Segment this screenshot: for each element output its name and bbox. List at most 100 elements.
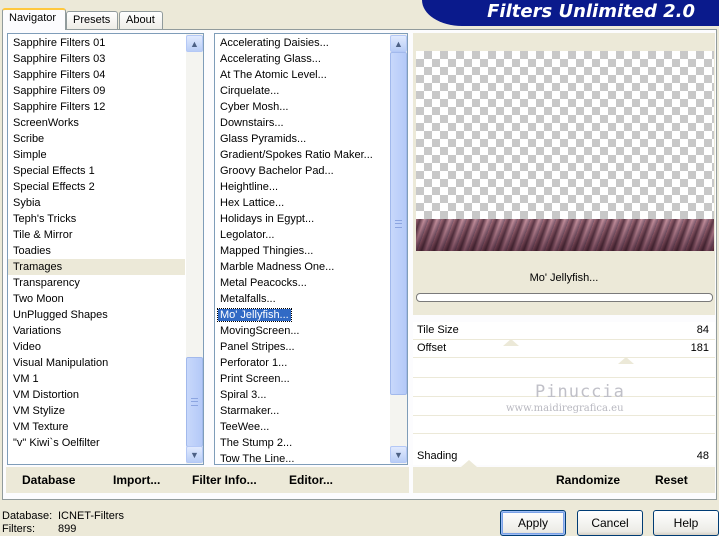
list-item[interactable]: Metal Peacocks... [215,275,389,291]
slider-label: Tile Size [417,324,459,336]
list-item[interactable]: Cirquelate... [215,83,389,99]
tab-presets[interactable]: Presets [66,11,118,30]
list-item[interactable]: MovingScreen... [215,323,389,339]
list-item[interactable]: "v" Kiwi`s Oelfilter [8,435,185,451]
list-item[interactable]: Special Effects 1 [8,163,185,179]
list-item-label: VM Distortion [13,389,80,401]
list-item[interactable]: Teph's Tricks [8,211,185,227]
list-item[interactable]: Special Effects 2 [8,179,185,195]
list-item[interactable]: Sybia [8,195,185,211]
list-item[interactable]: Glass Pyramids... [215,131,389,147]
list-item[interactable]: Tramages [8,259,185,275]
editor-button[interactable]: Editor... [289,473,333,487]
list-item-label: Two Moon [13,293,64,305]
list-item[interactable]: VM Distortion [8,387,185,403]
tab-navigator[interactable]: Navigator [2,8,66,30]
list-item[interactable]: Cyber Mosh... [215,99,389,115]
category-scrollbar[interactable]: ▲ ▼ [186,34,203,464]
chevron-up-icon: ▲ [190,38,199,49]
list-item[interactable]: Hex Lattice... [215,195,389,211]
filter-list[interactable]: Accelerating Daisies... Accelerating Glas… [214,33,408,465]
list-item[interactable]: TeeWee... [215,419,389,435]
cancel-button[interactable]: Cancel [577,510,643,536]
list-item-label: The Stump 2... [220,437,293,449]
tab-navigator-label: Navigator [9,12,57,24]
list-item[interactable]: Holidays in Egypt... [215,211,389,227]
list-item[interactable]: Sapphire Filters 04 [8,67,185,83]
list-item[interactable]: Metalfalls... [215,291,389,307]
apply-button[interactable]: Apply [500,510,566,536]
list-item-label: Sybia [13,197,41,209]
list-item[interactable]: Mo' Jellyfish... [215,307,389,323]
list-item[interactable]: Gradient/Spokes Ratio Maker... [215,147,389,163]
help-button[interactable]: Help [653,510,719,536]
scroll-thumb[interactable] [186,357,203,447]
status-area: Database: ICNET-Filters Filters: 899 [2,510,124,536]
list-item[interactable]: Sapphire Filters 03 [8,51,185,67]
filter-scrollbar[interactable]: ▲ ▼ [390,34,407,464]
list-item[interactable]: Video [8,339,185,355]
database-button[interactable]: Database [22,473,75,487]
tab-about[interactable]: About [119,11,163,30]
list-item[interactable]: Starmaker... [215,403,389,419]
slider-label: Shading [417,450,458,462]
list-item[interactable]: Two Moon [8,291,185,307]
list-item[interactable]: Simple [8,147,185,163]
scroll-down-button[interactable]: ▼ [390,446,407,463]
randomize-button[interactable]: Randomize [556,473,620,487]
scroll-down-button[interactable]: ▼ [186,446,203,463]
list-item[interactable]: Sapphire Filters 01 [8,35,185,51]
chevron-up-icon: ▲ [394,38,403,49]
empty-slider-row [413,433,715,434]
list-item[interactable]: Spiral 3... [215,387,389,403]
scroll-thumb[interactable] [390,52,407,395]
list-item[interactable]: Sapphire Filters 12 [8,99,185,115]
list-item[interactable]: At The Atomic Level... [215,67,389,83]
list-item[interactable]: The Stump 2... [215,435,389,451]
list-item[interactable]: Toadies [8,243,185,259]
list-item[interactable]: Print Screen... [215,371,389,387]
list-item[interactable]: Panel Stripes... [215,339,389,355]
scroll-up-button[interactable]: ▲ [186,35,203,52]
slider-offset[interactable]: Offset 181 [413,340,715,364]
list-item[interactable]: Mapped Thingies... [215,243,389,259]
slider-value: 181 [690,342,709,354]
list-item[interactable]: Variations [8,323,185,339]
filter-info-button[interactable]: Filter Info... [192,473,257,487]
list-item[interactable]: Visual Manipulation [8,355,185,371]
list-item-label: MovingScreen... [220,325,300,337]
slider-label: Offset [417,342,447,354]
list-item[interactable]: Accelerating Daisies... [215,35,389,51]
list-item[interactable]: Perforator 1... [215,355,389,371]
list-item[interactable]: VM Texture [8,419,185,435]
list-item-label: Sapphire Filters 01 [13,37,106,49]
list-item[interactable]: Marble Madness One... [215,259,389,275]
slider-thumb[interactable] [461,460,477,467]
title-banner: Filters Unlimited 2.0 [422,0,719,26]
list-item[interactable]: Heightline... [215,179,389,195]
list-item[interactable]: Groovy Bachelor Pad... [215,163,389,179]
list-item[interactable]: UnPlugged Shapes [8,307,185,323]
list-item[interactable]: Tow The Line... [215,451,389,464]
list-item[interactable]: VM Stylize [8,403,185,419]
scroll-up-button[interactable]: ▲ [390,35,407,52]
slider-thumb[interactable] [618,357,634,364]
category-list[interactable]: Sapphire Filters 01 Sapphire Filters 03 Sa… [7,33,204,465]
current-filter-name: Mo' Jellyfish... [529,272,599,284]
slider-shading[interactable]: Shading 48 [413,448,715,467]
list-item[interactable]: VM 1 [8,371,185,387]
slider-tile-size[interactable]: Tile Size 84 [413,322,715,346]
list-item-label: UnPlugged Shapes [13,309,108,321]
tab-presets-label: Presets [73,14,111,26]
list-item[interactable]: ScreenWorks [8,115,185,131]
list-item[interactable]: Downstairs... [215,115,389,131]
reset-button[interactable]: Reset [655,473,688,487]
list-item[interactable]: Legolator... [215,227,389,243]
list-item[interactable]: Sapphire Filters 09 [8,83,185,99]
import-button[interactable]: Import... [113,473,160,487]
list-item[interactable]: Transparency [8,275,185,291]
list-item[interactable]: Scribe [8,131,185,147]
list-item[interactable]: Accelerating Glass... [215,51,389,67]
list-item-label: "v" Kiwi`s Oelfilter [13,437,100,449]
list-item[interactable]: Tile & Mirror [8,227,185,243]
